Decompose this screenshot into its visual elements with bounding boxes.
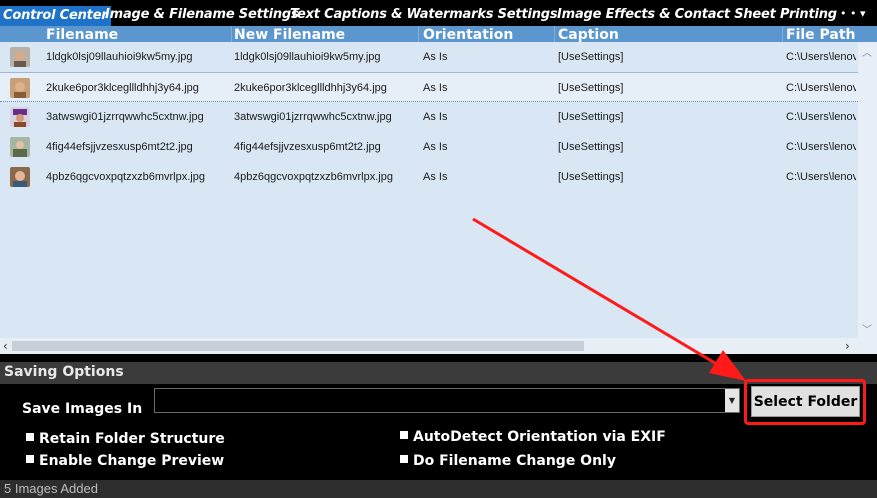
cell-file-path: C:\Users\lenov — [786, 82, 856, 94]
cell-new-filename[interactable]: 3atwswgi01jzrrqwwhc5cxtnw.jpg — [234, 102, 416, 132]
cell-filename: 4fig44efsjjvzesxusp6mt2t2.jpg — [46, 141, 193, 153]
cell-file-path: C:\Users\lenov — [786, 141, 856, 153]
checkbox-box[interactable] — [26, 433, 34, 441]
cell-filename: 1ldgk0lsj09llauhioi9kw5my.jpg — [46, 51, 193, 63]
cell-filename: 3atwswgi01jzrrqwwhc5cxtnw.jpg — [46, 111, 204, 123]
cell-caption[interactable]: [UseSettings] — [558, 162, 780, 192]
cell-caption[interactable]: [UseSettings] — [558, 42, 780, 72]
column-divider[interactable] — [554, 26, 555, 42]
cell-filename: 2kuke6por3klcegllldhhj3y64.jpg — [46, 82, 199, 94]
portrait-thumbnail-icon — [10, 78, 30, 98]
checkbox-box[interactable] — [400, 431, 408, 439]
checkbox-label: Retain Folder Structure — [39, 431, 225, 447]
column-header-filename[interactable]: Filename — [46, 26, 226, 42]
tab-control-center[interactable]: Control Center — [0, 6, 111, 26]
cell-caption[interactable]: [UseSettings] — [558, 132, 780, 162]
grid-body: 1ldgk0lsj09llauhioi9kw5my.jpg 1ldgk0lsj0… — [0, 42, 877, 338]
portrait-thumbnail-icon — [10, 137, 30, 157]
tab-image-filename-settings[interactable]: Image & Filename Settings — [105, 5, 299, 25]
portrait-thumbnail-icon — [10, 47, 30, 67]
table-row[interactable]: 4fig44efsjjvzesxusp6mt2t2.jpg 4fig44efsj… — [0, 132, 858, 162]
status-text: 5 Images Added — [4, 481, 98, 496]
cell-orientation[interactable]: As Is — [423, 73, 551, 103]
annotation-highlight-box — [744, 379, 866, 425]
enable-change-preview-checkbox[interactable]: Enable Change Preview — [26, 453, 224, 469]
column-header-new-filename[interactable]: New Filename — [234, 26, 414, 42]
column-divider[interactable] — [782, 26, 783, 42]
horizontal-scrollbar[interactable]: ‹ › — [0, 338, 858, 354]
grid-header: Filename New Filename Orientation Captio… — [0, 26, 877, 42]
table-row[interactable]: 1ldgk0lsj09llauhioi9kw5my.jpg 1ldgk0lsj0… — [0, 42, 858, 72]
checkbox-label: Do Filename Change Only — [413, 453, 616, 469]
cell-new-filename[interactable]: 4fig44efsjjvzesxusp6mt2t2.jpg — [234, 132, 416, 162]
save-folder-combobox[interactable]: ▼ — [154, 388, 740, 413]
cell-file-path: C:\Users\lenov — [786, 51, 856, 63]
tab-overflow-icon[interactable]: • • ▾ — [840, 7, 866, 21]
scroll-down-icon[interactable]: ﹀ — [862, 321, 872, 336]
checkbox-label: AutoDetect Orientation via EXIF — [413, 429, 666, 445]
portrait-thumbnail-icon — [10, 167, 30, 187]
image-grid: Filename New Filename Orientation Captio… — [0, 26, 877, 354]
table-row[interactable]: 3atwswgi01jzrrqwwhc5cxtnw.jpg 3atwswgi01… — [0, 102, 858, 132]
cell-orientation[interactable]: As Is — [423, 162, 551, 192]
portrait-thumbnail-icon — [10, 107, 30, 127]
checkbox-box[interactable] — [400, 455, 408, 463]
table-row[interactable]: 4pbz6qgcvoxpqtzxzb6mvrlpx.jpg 4pbz6qgcvo… — [0, 162, 858, 192]
cell-new-filename[interactable]: 4pbz6qgcvoxpqtzxzb6mvrlpx.jpg — [234, 162, 416, 192]
table-row[interactable]: 2kuke6por3klcegllldhhj3y64.jpg 2kuke6por… — [0, 72, 858, 102]
cell-filename: 4pbz6qgcvoxpqtzxzb6mvrlpx.jpg — [46, 171, 205, 183]
cell-orientation[interactable]: As Is — [423, 42, 551, 72]
cell-caption[interactable]: [UseSettings] — [558, 73, 780, 103]
tab-image-effects-contact-sheet[interactable]: Image Effects & Contact Sheet Printing S… — [557, 5, 839, 25]
save-images-in-label: Save Images In — [22, 401, 143, 417]
checkbox-box[interactable] — [26, 455, 34, 463]
column-divider[interactable] — [418, 26, 419, 42]
scrollbar-corner — [858, 338, 877, 354]
cell-file-path: C:\Users\lenov — [786, 171, 856, 183]
column-header-caption[interactable]: Caption — [558, 26, 778, 42]
horizontal-scroll-thumb[interactable] — [12, 341, 584, 351]
checkbox-label: Enable Change Preview — [39, 453, 225, 469]
retain-folder-structure-checkbox[interactable]: Retain Folder Structure — [26, 431, 225, 447]
column-header-file-path[interactable]: File Path — [786, 26, 858, 42]
column-header-orientation[interactable]: Orientation — [423, 26, 553, 42]
chevron-down-icon[interactable]: ▼ — [725, 389, 739, 412]
cell-caption[interactable]: [UseSettings] — [558, 102, 780, 132]
scroll-up-icon[interactable]: ︿ — [862, 44, 872, 59]
tab-text-captions-watermarks[interactable]: Text Captions & Watermarks Settings — [290, 5, 558, 25]
cell-new-filename[interactable]: 1ldgk0lsj09llauhioi9kw5my.jpg — [234, 42, 416, 72]
cell-new-filename[interactable]: 2kuke6por3klcegllldhhj3y64.jpg — [234, 73, 416, 103]
autodetect-orientation-checkbox[interactable]: AutoDetect Orientation via EXIF — [400, 429, 666, 445]
scroll-right-icon[interactable]: › — [845, 339, 850, 353]
cell-orientation[interactable]: As Is — [423, 132, 551, 162]
scroll-left-icon[interactable]: ‹ — [3, 339, 8, 353]
column-divider[interactable] — [231, 26, 232, 42]
saving-options-title: Saving Options — [4, 364, 124, 380]
tab-bar: Control Center Image & Filename Settings… — [0, 0, 877, 26]
do-filename-change-only-checkbox[interactable]: Do Filename Change Only — [400, 453, 616, 469]
cell-orientation[interactable]: As Is — [423, 102, 551, 132]
cell-file-path: C:\Users\lenov — [786, 111, 856, 123]
saving-options-panel: Saving Options Save Images In ▼ Select F… — [0, 354, 877, 480]
status-bar: 5 Images Added — [0, 480, 877, 498]
vertical-scrollbar[interactable]: ︿ ﹀ — [858, 42, 877, 338]
